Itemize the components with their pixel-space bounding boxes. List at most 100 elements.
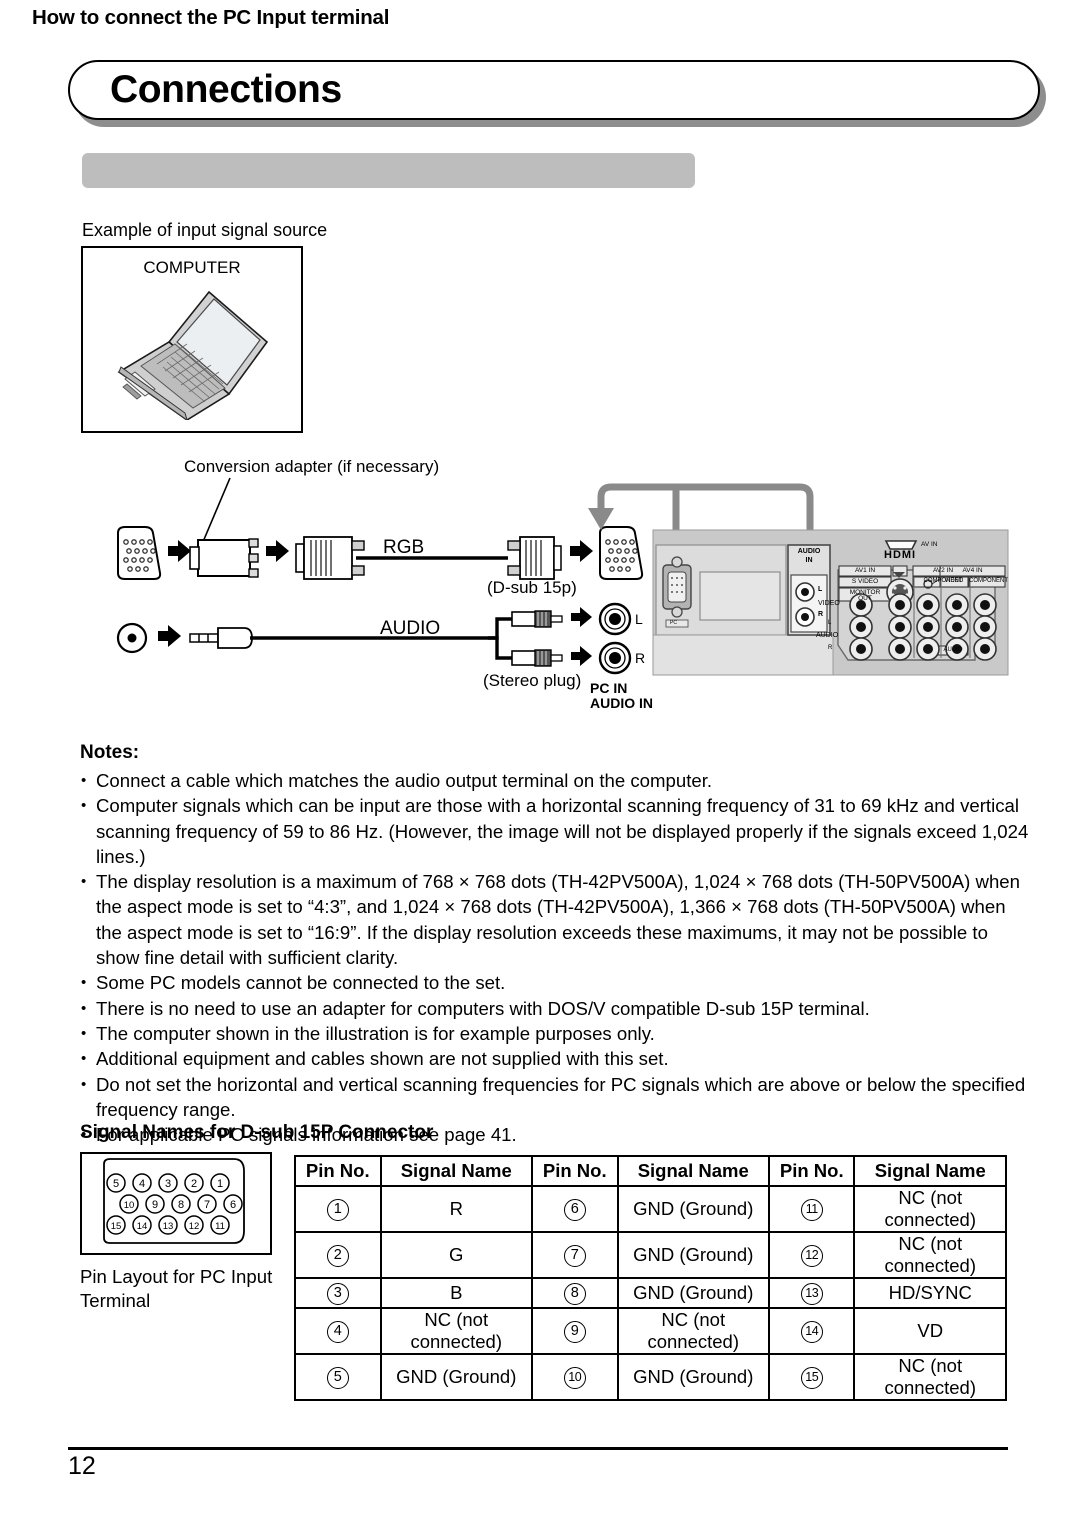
panel-av4-component-label: COMPONENT — [969, 578, 1008, 584]
rgb-cable-plug-right — [507, 536, 562, 580]
computer-illustration-box: COMPUTER — [81, 246, 303, 433]
conversion-adapter-label: Conversion adapter (if necessary) — [184, 457, 440, 476]
column-header: Pin No. — [767, 1155, 856, 1187]
pin-number: 15 — [800, 1366, 823, 1389]
panel-av1-in-label: AV1 IN — [854, 567, 876, 574]
panel-hdmi-av-in-label: AV IN — [921, 541, 938, 548]
computer-dsub-port — [117, 526, 162, 580]
signal-name-cell: VD — [853, 1307, 1007, 1355]
panel-audio-row-l: L — [828, 620, 832, 626]
note-item: Some PC models cannot be connected to th… — [80, 970, 1030, 996]
jack-l-label: L — [635, 611, 643, 627]
tv-dsub-port-glyph — [599, 526, 644, 580]
pin-number: 11 — [215, 1221, 225, 1232]
pin-number-cell: 8 — [530, 1277, 619, 1309]
page-title: Connections — [110, 68, 342, 111]
note-item: The computer shown in the illustration i… — [80, 1021, 1030, 1047]
panel-av4-video-label: VIDEO — [944, 578, 964, 584]
pin-number-cell: 15 — [767, 1353, 856, 1401]
pin-number: 11 — [800, 1198, 823, 1221]
notes-list: Connect a cable which matches the audio … — [80, 768, 1030, 1148]
table-row: 3 B 8 GND (Ground) 13 HD/SYNC — [294, 1277, 1007, 1309]
pin-number: 2 — [326, 1244, 349, 1267]
pin-number: 9 — [152, 1199, 158, 1211]
panel-s-video-label: S VIDEO — [851, 578, 879, 585]
pin-number-cell: 4 — [294, 1307, 382, 1355]
signal-names-table: Pin No. Signal Name Pin No. Signal Name … — [294, 1155, 1007, 1401]
pin-number: 9 — [563, 1320, 586, 1343]
pin-number: 13 — [800, 1282, 823, 1305]
pc-in-audio-jack-l — [598, 602, 632, 636]
signal-name-cell: R — [379, 1185, 533, 1233]
signal-name-cell: GND (Ground) — [616, 1185, 770, 1233]
stereo-plug-label: (Stereo plug) — [483, 671, 582, 690]
pin-number-cell: 3 — [294, 1277, 382, 1309]
pin-number: 12 — [189, 1221, 200, 1232]
pin-number-cell: 14 — [767, 1307, 856, 1355]
note-item: Do not set the horizontal and vertical s… — [80, 1072, 1030, 1123]
panel-audio-row-r: R — [828, 645, 833, 651]
jack-r-label: R — [635, 650, 646, 666]
pc-in-audio-jack-r — [598, 641, 632, 675]
rgb-label: RGB — [383, 537, 425, 558]
signal-name-cell: GND (Ground) — [616, 1231, 770, 1279]
page-number: 12 — [68, 1452, 96, 1480]
note-item: Additional equipment and cables shown ar… — [80, 1046, 1030, 1072]
pin-number-cell: 6 — [530, 1185, 619, 1233]
pin-number: 6 — [563, 1198, 586, 1221]
panel-audio-l-label: L — [818, 586, 823, 593]
pin-number: 5 — [326, 1366, 349, 1389]
pin-number-cell: 11 — [767, 1185, 856, 1233]
page-title-bar: Connections — [68, 60, 1046, 127]
column-header: Signal Name — [853, 1155, 1007, 1187]
table-row: 5 GND (Ground) 10 GND (Ground) 15 NC (no… — [294, 1353, 1007, 1401]
section-heading-text: How to connect the PC Input terminal — [32, 6, 390, 29]
rca-plug-left — [511, 610, 563, 628]
column-header: Signal Name — [616, 1155, 770, 1187]
pin-number-cell: 12 — [767, 1231, 856, 1279]
signal-name-cell: G — [379, 1231, 533, 1279]
note-item: Connect a cable which matches the audio … — [80, 768, 1030, 794]
pin-number: 7 — [563, 1244, 586, 1267]
panel-video-row-label: VIDEO — [818, 600, 840, 607]
pin-number: 8 — [178, 1199, 184, 1211]
pin-number: 3 — [326, 1282, 349, 1305]
pc-in-label: PC IN — [590, 680, 628, 696]
panel-audio-in-label-2: IN — [805, 557, 813, 564]
dsub-15p-label: (D-sub 15p) — [487, 578, 577, 597]
laptop-icon — [117, 290, 269, 420]
pin-number: 10 — [563, 1366, 586, 1389]
panel-hdmi-port — [884, 540, 918, 550]
pin-layout-caption: Pin Layout for PC Input Terminal — [80, 1266, 273, 1311]
pin-number-cell: 1 — [294, 1185, 382, 1233]
pin-number: 4 — [326, 1320, 349, 1343]
pin-number: 14 — [137, 1221, 148, 1232]
panel-audio-row-label: AUDIO — [816, 632, 839, 639]
pin-layout-svg: 5 4 3 2 1 10 9 8 7 6 15 14 13 12 11 — [103, 1158, 245, 1244]
column-header: Pin No. — [294, 1155, 382, 1187]
pin-number: 14 — [800, 1320, 823, 1343]
pin-number: 5 — [113, 1178, 119, 1190]
table-row: 2 G 7 GND (Ground) 12 NC (not connected) — [294, 1231, 1007, 1279]
audio-label: AUDIO — [380, 618, 441, 639]
panel-audio-group-label: AUDIO — [943, 647, 963, 653]
panel-pc-port-label: PC — [670, 620, 677, 626]
panel-hdmi-label: HDMI — [884, 549, 917, 561]
pin-number-cell: 5 — [294, 1353, 382, 1401]
note-item: The display resolution is a maximum of 7… — [80, 869, 1030, 970]
pin-number-cell: 9 — [530, 1307, 619, 1355]
panel-audio-r-label: R — [818, 611, 824, 618]
panel-monitor-out-label-2: OUT — [858, 595, 872, 602]
panel-audio-in-label-1: AUDIO — [797, 548, 821, 555]
computer-label: COMPUTER — [143, 258, 241, 277]
pin-number: 1 — [217, 1178, 223, 1190]
pin-number: 8 — [563, 1282, 586, 1305]
pin-layout-diagram: 5 4 3 2 1 10 9 8 7 6 15 14 13 12 11 — [80, 1152, 272, 1255]
table-row: 4 NC (not connected) 9 NC (not connected… — [294, 1307, 1007, 1355]
column-header: Signal Name — [379, 1155, 533, 1187]
table-row: 1 R 6 GND (Ground) 11 NC (not connected) — [294, 1185, 1007, 1233]
section-heading-banner — [82, 153, 695, 188]
signal-name-cell: GND (Ground) — [616, 1277, 770, 1309]
conversion-adapter — [189, 538, 259, 578]
note-item: There is no need to use an adapter for c… — [80, 996, 1030, 1022]
